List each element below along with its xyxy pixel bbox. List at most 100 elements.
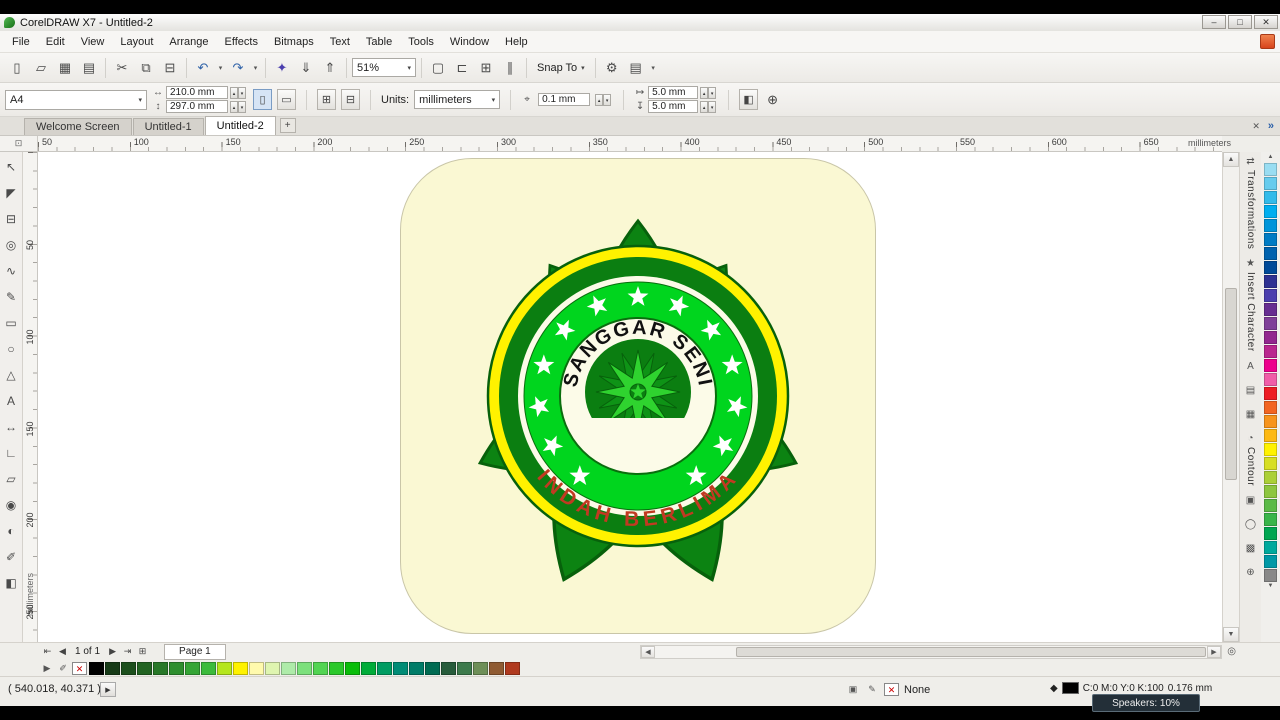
chevron-down-icon[interactable]: ▾: [251, 57, 260, 79]
color-swatch[interactable]: [1264, 415, 1277, 428]
color-swatch[interactable]: [1264, 485, 1277, 498]
color-swatch[interactable]: [489, 661, 504, 675]
color-swatch[interactable]: [217, 661, 232, 675]
color-swatch[interactable]: [1264, 499, 1277, 512]
shape-tool[interactable]: ◤: [1, 180, 22, 206]
width-spinner[interactable]: ▴ ▾: [230, 86, 248, 99]
docker-icon-pattern[interactable]: ▩: [1246, 543, 1255, 558]
color-swatch[interactable]: [473, 661, 488, 675]
color-swatch[interactable]: [1264, 569, 1277, 582]
color-swatch[interactable]: [1264, 317, 1277, 330]
document-tab-welcome-screen[interactable]: Welcome Screen: [24, 118, 132, 135]
save-icon[interactable]: ▦: [54, 57, 76, 79]
close-document-icon[interactable]: ✕: [1252, 121, 1260, 132]
show-grid-icon[interactable]: ⊞: [475, 57, 497, 79]
paste-icon[interactable]: ⊟: [159, 57, 181, 79]
color-swatch[interactable]: [505, 661, 520, 675]
scroll-left-icon[interactable]: ◀: [641, 646, 655, 658]
chevron-down-icon[interactable]: ▾: [649, 57, 658, 79]
new-tab-button[interactable]: +: [279, 118, 296, 133]
ellipse-tool[interactable]: ○: [1, 336, 22, 362]
units-combo[interactable]: millimeters ▾: [414, 90, 501, 109]
color-swatch[interactable]: [1264, 373, 1277, 386]
horizontal-scrollbar[interactable]: ◀ ▶: [640, 645, 1222, 659]
application-launcher-icon[interactable]: ▤: [625, 57, 647, 79]
docker-icon-lens[interactable]: ◯: [1245, 519, 1256, 534]
chevron-down-icon[interactable]: ▾: [402, 64, 411, 72]
docker-icon-object[interactable]: ▣: [1246, 495, 1255, 510]
corel-connect-icon[interactable]: ✦: [271, 57, 293, 79]
height-spinner[interactable]: ▴ ▾: [230, 100, 248, 113]
color-swatch[interactable]: [1264, 527, 1277, 540]
duplicate-x-spinner[interactable]: ▴ ▾: [700, 86, 718, 99]
docker-icon-grid[interactable]: ▦: [1246, 409, 1255, 424]
copy-icon[interactable]: ⧉: [135, 57, 157, 79]
redo-icon[interactable]: ↷: [227, 57, 249, 79]
palette-scroll-down-icon[interactable]: ▼: [1268, 583, 1274, 591]
color-swatch[interactable]: [361, 661, 376, 675]
color-swatch[interactable]: [1264, 303, 1277, 316]
menu-window[interactable]: Window: [442, 33, 497, 51]
previous-page-icon[interactable]: ◀: [55, 646, 70, 657]
color-swatch[interactable]: [1264, 191, 1277, 204]
chevron-down-icon[interactable]: ▾: [487, 96, 496, 104]
color-swatch[interactable]: [233, 661, 248, 675]
color-swatch[interactable]: [1264, 387, 1277, 400]
color-swatch[interactable]: [169, 661, 184, 675]
text-tool[interactable]: A: [1, 388, 22, 414]
interactive-fill-tool[interactable]: ◧: [1, 570, 22, 596]
color-swatch[interactable]: [137, 661, 152, 675]
page-width-input[interactable]: 210.0 mm: [166, 86, 228, 99]
color-swatch[interactable]: [393, 661, 408, 675]
color-swatch[interactable]: [249, 661, 264, 675]
drawing-canvas[interactable]: SANGGAR SENI INDAH BERLIMA: [38, 152, 1222, 642]
color-swatch[interactable]: [1264, 471, 1277, 484]
fullscreen-preview-icon[interactable]: ▢: [427, 57, 449, 79]
parallel-dimension-tool[interactable]: ↔: [1, 414, 22, 440]
minimize-button[interactable]: –: [1202, 15, 1226, 29]
options-icon[interactable]: ⚙: [601, 57, 623, 79]
color-swatch[interactable]: [441, 661, 456, 675]
status-flyout-button[interactable]: ▶: [100, 682, 116, 697]
logo-artwork[interactable]: SANGGAR SENI INDAH BERLIMA: [438, 196, 838, 596]
color-swatch[interactable]: [329, 661, 344, 675]
color-swatch[interactable]: [1264, 513, 1277, 526]
color-swatch[interactable]: [1264, 457, 1277, 470]
document-tab-untitled-2[interactable]: Untitled-2: [204, 116, 276, 135]
rectangle-tool[interactable]: ▭: [1, 310, 22, 336]
cut-icon[interactable]: ✂: [111, 57, 133, 79]
color-swatch[interactable]: [457, 661, 472, 675]
menu-bitmaps[interactable]: Bitmaps: [266, 33, 322, 51]
chevron-down-icon[interactable]: ▾: [133, 96, 142, 104]
expand-dockers-icon[interactable]: »: [1268, 120, 1274, 132]
contour-tool[interactable]: ◉: [1, 492, 22, 518]
first-page-icon[interactable]: ⇤: [40, 646, 55, 657]
menu-layout[interactable]: Layout: [112, 33, 161, 51]
landscape-button[interactable]: ▭: [277, 89, 296, 110]
portrait-button[interactable]: ▯: [253, 89, 272, 110]
color-swatch[interactable]: [1264, 261, 1277, 274]
color-swatch[interactable]: [1264, 275, 1277, 288]
docker-icon-pages[interactable]: ▤: [1246, 385, 1255, 400]
all-pages-button[interactable]: ⊞: [317, 89, 336, 110]
zoom-tool[interactable]: ◎: [1, 232, 22, 258]
spin-down-icon[interactable]: ▾: [708, 86, 717, 99]
undo-icon[interactable]: ↶: [192, 57, 214, 79]
menu-file[interactable]: File: [4, 33, 38, 51]
color-swatch[interactable]: [1264, 443, 1277, 456]
current-page-button[interactable]: ⊟: [341, 89, 360, 110]
spin-down-icon[interactable]: ▾: [603, 93, 612, 106]
docker-tab-contour[interactable]: ◔ Contour: [1245, 433, 1256, 486]
color-swatch[interactable]: [281, 661, 296, 675]
color-swatch[interactable]: [121, 661, 136, 675]
palette-scroll-up-icon[interactable]: ▲: [1268, 154, 1274, 162]
horizontal-scroll-thumb[interactable]: [736, 647, 1206, 657]
chevron-down-icon[interactable]: ▾: [216, 57, 225, 79]
spin-up-icon[interactable]: ▴: [230, 86, 238, 99]
color-swatch[interactable]: [1264, 289, 1277, 302]
spin-down-icon[interactable]: ▾: [238, 100, 246, 113]
color-swatch[interactable]: [1264, 233, 1277, 246]
color-swatch[interactable]: [1264, 555, 1277, 568]
polygon-tool[interactable]: △: [1, 362, 22, 388]
new-document-icon[interactable]: ▯: [6, 57, 28, 79]
